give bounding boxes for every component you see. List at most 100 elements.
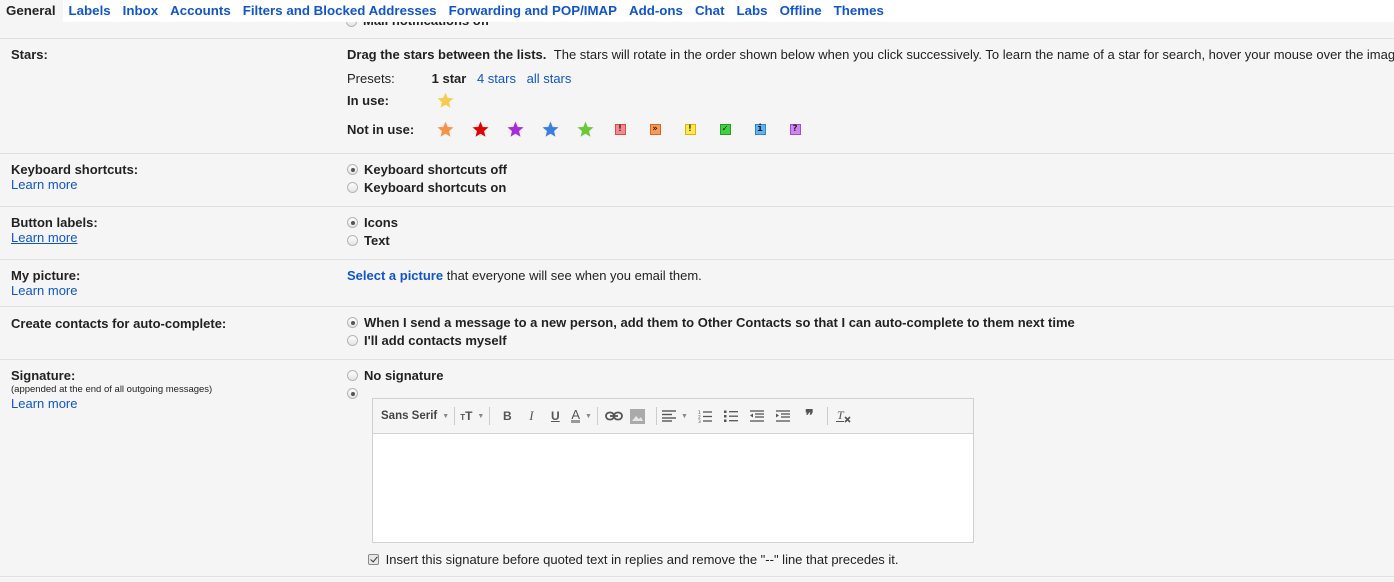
numbered-list-icon: 123: [698, 410, 712, 423]
link-button[interactable]: [603, 406, 625, 426]
notifications-row-partial: Mail notifications off: [0, 22, 1394, 39]
align-button[interactable]: ▼: [661, 406, 688, 426]
image-button[interactable]: [625, 406, 651, 426]
stars-label: Stars:: [11, 47, 48, 62]
no-signature-option[interactable]: No signature: [347, 367, 443, 385]
purple-star-icon[interactable]: [505, 119, 525, 139]
square-glyph: ?: [789, 123, 801, 135]
yellow-star-icon[interactable]: [435, 90, 455, 110]
orange-star-icon[interactable]: [435, 119, 455, 139]
square-glyph: ✓: [719, 123, 731, 135]
square-glyph: »: [649, 123, 661, 135]
star-glyph: [436, 91, 454, 108]
indent-less-icon: [749, 410, 764, 422]
remove-formatting-icon: T: [835, 409, 851, 423]
keyboard-shortcuts-row: Keyboard shortcuts: Learn more Keyboard …: [0, 154, 1394, 207]
signature-label: Signature:: [11, 368, 76, 383]
numbered-list-button[interactable]: 123: [692, 406, 718, 426]
icons-radio[interactable]: [347, 217, 358, 228]
tab-offline[interactable]: Offline: [774, 0, 828, 22]
signature-toolbar: Sans Serif ▼ TT ▼ B I U A ▼ ▼ 123 ❞ T: [373, 399, 973, 434]
my-picture-label: My picture:: [11, 268, 81, 283]
indent-less-button[interactable]: [744, 406, 770, 426]
signature-learn-more-link[interactable]: Learn more: [11, 396, 212, 411]
remove-formatting-button[interactable]: T: [833, 406, 855, 426]
underline-button[interactable]: U: [543, 406, 567, 426]
tab-labels[interactable]: Labels: [63, 0, 117, 22]
svg-text:3: 3: [698, 419, 701, 423]
keyboard-shortcuts-on-option[interactable]: Keyboard shortcuts on: [347, 179, 507, 197]
tab-filters[interactable]: Filters and Blocked Addresses: [237, 0, 443, 22]
tab-labs[interactable]: Labs: [731, 0, 774, 22]
blue-star-icon[interactable]: [540, 119, 560, 139]
tab-inbox[interactable]: Inbox: [117, 0, 164, 22]
square-glyph: !: [614, 123, 626, 135]
button-labels-learn-more-link[interactable]: Learn more: [11, 230, 98, 245]
stars-in-use: In use:: [347, 91, 454, 108]
keyboard-shortcuts-on-radio[interactable]: [347, 182, 358, 193]
stars-row: Stars: Drag the stars between the lists.…: [0, 39, 1394, 154]
quote-button[interactable]: ❞: [796, 406, 822, 426]
red-bang-icon[interactable]: !: [610, 119, 630, 139]
indent-more-button[interactable]: [770, 406, 796, 426]
italic-button[interactable]: I: [519, 406, 543, 426]
green-check-icon[interactable]: ✓: [715, 119, 735, 139]
chevron-down-icon: ▼: [585, 412, 592, 420]
italic-icon: I: [529, 408, 534, 423]
manual-contacts-radio[interactable]: [347, 335, 358, 346]
tab-themes[interactable]: Themes: [828, 0, 890, 22]
stars-not-in-use: Not in use: !»! ✓ i?: [347, 120, 801, 137]
tab-addons[interactable]: Add-ons: [623, 0, 689, 22]
insert-before-quoted-option[interactable]: Insert this signature before quoted text…: [368, 552, 899, 567]
tab-forwarding[interactable]: Forwarding and POP/IMAP: [443, 0, 623, 22]
yellow-bang-icon[interactable]: !: [680, 119, 700, 139]
preset-4-stars-link[interactable]: 4 stars: [477, 71, 516, 86]
chevron-down-icon: ▼: [442, 412, 450, 420]
green-star-icon[interactable]: [575, 119, 595, 139]
custom-signature-radio[interactable]: [347, 388, 358, 399]
image-icon: [630, 408, 646, 424]
align-left-icon: [661, 410, 676, 422]
my-picture-learn-more-link[interactable]: Learn more: [11, 283, 80, 298]
font-size-icon: TT: [460, 409, 473, 423]
underline-icon: U: [551, 409, 560, 423]
auto-complete-contacts-row: Create contacts for auto-complete: When …: [0, 307, 1394, 360]
bold-button[interactable]: B: [495, 406, 519, 426]
font-family-dropdown[interactable]: Sans Serif ▼: [381, 406, 449, 426]
tab-general[interactable]: General: [0, 0, 63, 22]
button-labels-icons-option[interactable]: Icons: [347, 214, 398, 232]
red-star-icon[interactable]: [470, 119, 490, 139]
settings-tabs: General Labels Inbox Accounts Filters an…: [0, 0, 1394, 22]
text-radio[interactable]: [347, 235, 358, 246]
purple-question-icon[interactable]: ?: [785, 119, 805, 139]
tab-accounts[interactable]: Accounts: [164, 0, 237, 22]
no-signature-radio[interactable]: [347, 370, 358, 381]
chevron-down-icon: ▼: [477, 412, 485, 420]
auto-add-contacts-option[interactable]: When I send a message to a new person, a…: [347, 314, 1075, 332]
keyboard-shortcuts-off-radio[interactable]: [347, 164, 358, 175]
bulleted-list-button[interactable]: [718, 406, 744, 426]
preset-all-stars-link[interactable]: all stars: [527, 71, 572, 86]
chevron-down-icon: ▼: [680, 412, 688, 420]
square-glyph: !: [684, 123, 696, 135]
keyboard-learn-more-link[interactable]: Learn more: [11, 177, 138, 192]
orange-guillemet-icon[interactable]: »: [645, 119, 665, 139]
insert-before-quoted-checkbox[interactable]: [368, 554, 379, 565]
button-labels-row: Button labels: Learn more Icons Text: [0, 207, 1394, 260]
auto-complete-label: Create contacts for auto-complete:: [11, 316, 227, 331]
font-size-button[interactable]: TT ▼: [460, 406, 484, 426]
button-labels-text-option[interactable]: Text: [347, 232, 398, 250]
mail-notifications-off-radio[interactable]: [346, 22, 357, 28]
tab-chat[interactable]: Chat: [689, 0, 731, 22]
keyboard-shortcuts-off-option[interactable]: Keyboard shortcuts off: [347, 161, 507, 179]
mail-notifications-off-option[interactable]: Mail notifications off: [346, 22, 489, 28]
select-picture-link[interactable]: Select a picture: [347, 268, 443, 283]
manual-contacts-option[interactable]: I'll add contacts myself: [347, 332, 1075, 350]
auto-add-contacts-radio[interactable]: [347, 317, 358, 328]
star-glyph: [471, 120, 489, 137]
link-icon: [605, 411, 623, 421]
blue-info-icon[interactable]: i: [750, 119, 770, 139]
signature-text-area[interactable]: [373, 434, 973, 542]
signature-subtitle: (appended at the end of all outgoing mes…: [11, 384, 213, 395]
text-color-button[interactable]: A ▼: [571, 406, 592, 426]
